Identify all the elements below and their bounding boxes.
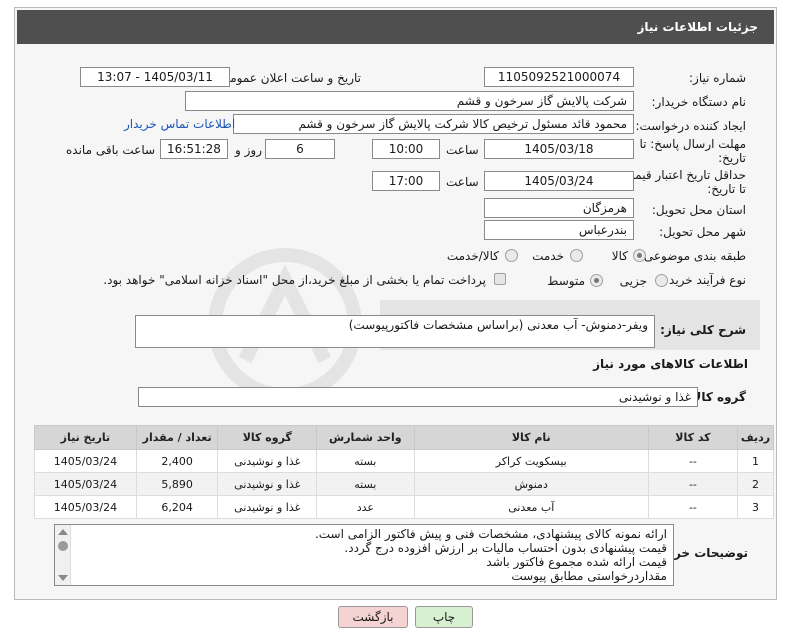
need-number-field: 1105092521000074 — [484, 67, 634, 87]
description-field: ویفر-دمنوش- آب معدنی (براساس مشخصات فاکت… — [135, 315, 655, 348]
buyer-org-label: نام دستگاه خریدار: — [651, 95, 747, 109]
validity-date-field: 1405/03/24 — [484, 171, 634, 191]
back-button[interactable]: بازگشت — [338, 606, 408, 628]
city-field: بندرعباس — [484, 220, 634, 240]
cell-date: 1405/03/24 — [34, 495, 137, 519]
category-radio-service[interactable] — [570, 249, 583, 262]
deadline-date-field: 1405/03/18 — [484, 139, 634, 159]
cell-unit: بسته — [316, 449, 415, 473]
notes-line: قیمت پیشنهادی بدون احتساب مالیات بر ارزش… — [344, 541, 667, 555]
validity-label-line2: تا تاریخ: — [707, 182, 746, 196]
cell-group: غذا و نوشیدنی — [217, 472, 318, 496]
remaining-time-field: 16:51:28 — [160, 139, 228, 159]
col-name: نام کالا — [413, 425, 649, 450]
cell-unit: عدد — [316, 495, 415, 519]
validity-time-label: ساعت — [446, 175, 479, 189]
process-option-medium: متوسط — [547, 274, 585, 288]
notes-line: ارائه نمونه کالای پیشنهادی، مشخصات فنی و… — [314, 527, 667, 541]
validity-time-field: 17:00 — [372, 171, 440, 191]
category-radio-both[interactable] — [505, 249, 518, 262]
col-date: تاریخ نیاز — [34, 425, 137, 450]
cell-name: آب معدنی — [413, 495, 649, 519]
table-row: 1 -- بیسکویت کراکر بسته غذا و نوشیدنی 2,… — [34, 449, 775, 473]
table-header-row: ردیف کد کالا نام کالا واحد شمارش گروه کا… — [34, 425, 775, 450]
col-code: کد کالا — [647, 425, 738, 450]
goods-table: ردیف کد کالا نام کالا واحد شمارش گروه کا… — [34, 425, 775, 519]
cell-qty: 6,204 — [135, 495, 219, 519]
category-option-service: خدمت — [532, 249, 564, 263]
province-label: استان محل تحویل: — [651, 203, 746, 217]
deadline-label: مهلت ارسال پاسخ: تا تاریخ: — [639, 137, 746, 165]
deadline-label-line1: مهلت ارسال پاسخ: تا — [639, 137, 746, 151]
col-qty: تعداد / مقدار — [135, 425, 219, 450]
scroll-up-icon[interactable] — [58, 529, 68, 535]
scroll-thumb[interactable] — [58, 541, 68, 551]
process-label: نوع فرآیند خرید : — [661, 273, 746, 287]
cell-date: 1405/03/24 — [34, 449, 137, 473]
deadline-time-label: ساعت — [446, 143, 479, 157]
cell-idx: 2 — [736, 472, 775, 496]
deadline-time-field: 10:00 — [372, 139, 440, 159]
cell-code: -- — [647, 472, 738, 496]
notes-line: قیمت ارائه شده مجموع فاکتور باشد — [486, 555, 667, 569]
description-label: شرح کلی نیاز: — [660, 323, 746, 337]
cell-qty: 5,890 — [135, 472, 219, 496]
days-field: 6 — [265, 139, 335, 159]
goods-section-title: اطلاعات کالاهای مورد نیاز — [593, 357, 748, 371]
col-group: گروه کالا — [217, 425, 318, 450]
buyer-org-field: شرکت پالایش گاز سرخون و قشم — [185, 91, 634, 111]
cell-idx: 1 — [736, 449, 775, 473]
description-text: ویفر-دمنوش- آب معدنی (براساس مشخصات فاکت… — [348, 318, 648, 332]
cell-name: دمنوش — [413, 472, 649, 496]
category-option-goods: کالا — [611, 249, 628, 263]
days-label: روز و — [235, 143, 262, 157]
table-row: 3 -- آب معدنی عدد غذا و نوشیدنی 6,204 14… — [34, 495, 775, 519]
treasury-checkbox[interactable] — [494, 273, 506, 285]
notes-scrollbar[interactable] — [55, 525, 71, 585]
col-unit: واحد شمارش — [316, 425, 415, 450]
notes-text: ارائه نمونه کالای پیشنهادی، مشخصات فنی و… — [315, 527, 667, 583]
category-radio-goods[interactable] — [633, 249, 646, 262]
process-radio-minor[interactable] — [655, 274, 668, 287]
cell-code: -- — [647, 449, 738, 473]
process-option-minor: جزیی — [619, 274, 647, 288]
requester-field: محمود قائد مسئول ترخیص کالا شرکت پالایش … — [233, 114, 634, 134]
cell-group: غذا و نوشیدنی — [217, 449, 318, 473]
city-label: شهر محل تحویل: — [659, 225, 746, 239]
print-button[interactable]: چاپ — [415, 606, 473, 628]
validity-label-line1: حداقل تاریخ اعتبار قیمت: — [619, 168, 746, 182]
category-label: طبقه بندی موضوعی: — [639, 249, 746, 263]
validity-label: حداقل تاریخ اعتبار قیمت: تا تاریخ: — [619, 168, 746, 196]
category-option-both: کالا/خدمت — [446, 249, 499, 263]
announce-label: تاریخ و ساعت اعلان عمومی: — [216, 71, 361, 85]
cell-unit: بسته — [316, 472, 415, 496]
cell-idx: 3 — [736, 495, 775, 519]
process-radio-medium[interactable] — [590, 274, 603, 287]
cell-code: -- — [647, 495, 738, 519]
cell-name: بیسکویت کراکر — [413, 449, 649, 473]
table-row: 2 -- دمنوش بسته غذا و نوشیدنی 5,890 1405… — [34, 472, 775, 496]
announce-field: 1405/03/11 - 13:07 — [80, 67, 230, 87]
goods-group-field: غذا و نوشیدنی — [138, 387, 698, 407]
page-title: جزئیات اطلاعات نیاز — [17, 10, 774, 44]
need-number-label: شماره نیاز: — [689, 71, 746, 85]
buyer-notes-field[interactable]: ارائه نمونه کالای پیشنهادی، مشخصات فنی و… — [54, 524, 674, 586]
col-idx: ردیف — [736, 425, 775, 450]
province-field: هرمزگان — [484, 198, 634, 218]
cell-date: 1405/03/24 — [34, 472, 137, 496]
deadline-label-line2: تاریخ: — [718, 151, 746, 165]
cell-qty: 2,400 — [135, 449, 219, 473]
cell-group: غذا و نوشیدنی — [217, 495, 318, 519]
notes-line: مقداردرخواستی مطابق پیوست — [511, 569, 667, 583]
payment-note: پرداخت تمام یا بخشی از مبلغ خرید،از محل … — [103, 273, 486, 287]
requester-label: ایجاد کننده درخواست: — [635, 119, 746, 133]
scroll-down-icon[interactable] — [58, 575, 68, 581]
buyer-contact-link[interactable]: اطلاعات تماس خریدار — [124, 117, 235, 131]
remaining-label: ساعت باقی مانده — [66, 143, 156, 157]
